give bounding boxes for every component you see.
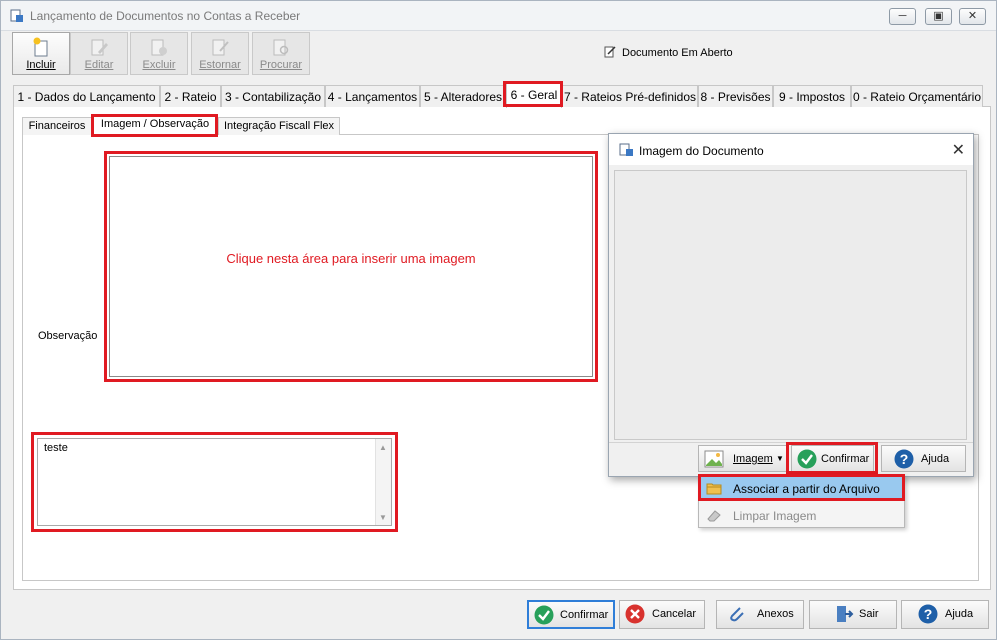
delete-icon bbox=[151, 39, 167, 56]
scroll-up-icon[interactable]: ▲ bbox=[379, 443, 387, 452]
editar-button[interactable]: Editar bbox=[70, 32, 128, 75]
check-icon bbox=[534, 605, 554, 625]
dialog-ajuda-button[interactable]: ? Ajuda bbox=[881, 445, 966, 472]
menu-item-limpar-imagem[interactable]: Limpar Imagem bbox=[701, 504, 902, 526]
chevron-down-icon: ▼ bbox=[776, 454, 784, 463]
paperclip-icon bbox=[730, 607, 744, 622]
document-status-icon bbox=[604, 46, 616, 58]
restore-icon: ▣ bbox=[933, 10, 944, 22]
tab-rateio[interactable]: 2 - Rateio bbox=[160, 85, 221, 107]
title-bar: Lançamento de Documentos no Contas a Rec… bbox=[1, 1, 996, 31]
estornar-button[interactable]: Estornar bbox=[191, 32, 249, 75]
window-title: Lançamento de Documentos no Contas a Rec… bbox=[30, 9, 301, 23]
main-tabs: 1 - Dados do Lançamento 2 - Rateio 3 - C… bbox=[13, 83, 983, 108]
observacao-label: Observação bbox=[38, 330, 98, 342]
anexos-button[interactable]: Anexos bbox=[716, 600, 804, 629]
cancelar-button[interactable]: Cancelar bbox=[619, 600, 705, 629]
new-document-icon bbox=[33, 37, 48, 57]
help-icon: ? bbox=[918, 604, 938, 624]
tab-geral[interactable]: 6 - Geral bbox=[506, 83, 562, 108]
svg-text:?: ? bbox=[924, 606, 933, 622]
image-area-hint: Clique nesta área para inserir uma image… bbox=[226, 251, 476, 266]
dialog-image-panel bbox=[614, 170, 967, 440]
dialog-app-icon bbox=[619, 143, 633, 156]
search-icon bbox=[273, 39, 289, 56]
subtab-integracao-fiscall-flex[interactable]: Integração Fiscall Flex bbox=[218, 117, 340, 135]
observacao-value: teste bbox=[44, 442, 68, 454]
main-window: Lançamento de Documentos no Contas a Rec… bbox=[0, 0, 997, 640]
edit-icon bbox=[91, 39, 108, 56]
tab-dados-do-lancamento[interactable]: 1 - Dados do Lançamento bbox=[13, 85, 160, 107]
svg-text:?: ? bbox=[900, 451, 909, 467]
tab-previsoes[interactable]: 8 - Previsões bbox=[698, 85, 773, 107]
menu-item-associar-arquivo[interactable]: Associar a partir do Arquivo bbox=[701, 477, 902, 499]
sair-button[interactable]: Sair bbox=[809, 600, 897, 629]
document-status: Documento Em Aberto bbox=[603, 45, 733, 59]
bottom-button-bar: Confirmar Cancelar Anexos Sair ? Ajuda bbox=[1, 597, 996, 639]
app-icon bbox=[10, 9, 23, 22]
tab-rateios-pre-definidos[interactable]: 7 - Rateios Pré-definidos bbox=[562, 85, 698, 107]
observacao-textarea[interactable]: teste ▲ ▼ bbox=[37, 438, 392, 526]
dialog-close-icon[interactable]: ✕ bbox=[952, 140, 965, 160]
image-drop-area[interactable]: Clique nesta área para inserir uma image… bbox=[109, 156, 593, 377]
close-button[interactable]: ✕ bbox=[959, 8, 986, 25]
restore-button[interactable]: ▣ bbox=[925, 8, 952, 25]
scroll-down-icon[interactable]: ▼ bbox=[379, 513, 387, 522]
tab-impostos[interactable]: 9 - Impostos bbox=[773, 85, 851, 107]
tab-alteradores[interactable]: 5 - Alteradores bbox=[420, 85, 506, 107]
dialog-confirmar-button[interactable]: Confirmar bbox=[791, 445, 874, 472]
subtab-imagem-observacao[interactable]: Imagem / Observação bbox=[92, 115, 218, 135]
minimize-button[interactable]: ─ bbox=[889, 8, 916, 25]
confirmar-button[interactable]: Confirmar bbox=[527, 600, 615, 629]
imagem-dropdown-button[interactable]: Imagem ▼ bbox=[698, 445, 789, 472]
memo-scrollbar[interactable]: ▲ ▼ bbox=[375, 439, 391, 525]
cancel-icon bbox=[625, 604, 645, 624]
dialog-title-bar: Imagem do Documento ✕ bbox=[609, 134, 973, 165]
incluir-button[interactable]: Incluir bbox=[12, 32, 70, 75]
dialog-title: Imagem do Documento bbox=[639, 144, 764, 158]
tab-rateio-orcamentario[interactable]: 0 - Rateio Orçamentário bbox=[851, 85, 983, 107]
check-icon bbox=[797, 449, 817, 469]
subtab-financeiros[interactable]: Financeiros bbox=[22, 117, 92, 135]
close-icon: ✕ bbox=[967, 10, 978, 22]
ajuda-button[interactable]: ? Ajuda bbox=[901, 600, 989, 629]
tab-contabilizacao[interactable]: 3 - Contabilização bbox=[221, 85, 325, 107]
excluir-button[interactable]: Excluir bbox=[130, 32, 188, 75]
tab-lancamentos[interactable]: 4 - Lançamentos bbox=[325, 85, 420, 107]
image-icon bbox=[704, 450, 724, 468]
help-icon: ? bbox=[894, 449, 914, 469]
folder-icon bbox=[706, 483, 722, 495]
reverse-icon bbox=[212, 39, 229, 56]
exit-door-icon bbox=[837, 606, 854, 622]
procurar-button[interactable]: Procurar bbox=[252, 32, 310, 75]
minimize-icon: ─ bbox=[898, 10, 907, 22]
imagem-do-documento-dialog: Imagem do Documento ✕ bbox=[608, 133, 974, 477]
eraser-icon bbox=[707, 510, 721, 522]
imagem-dropdown-menu: Associar a partir do Arquivo Limpar Imag… bbox=[698, 474, 905, 528]
